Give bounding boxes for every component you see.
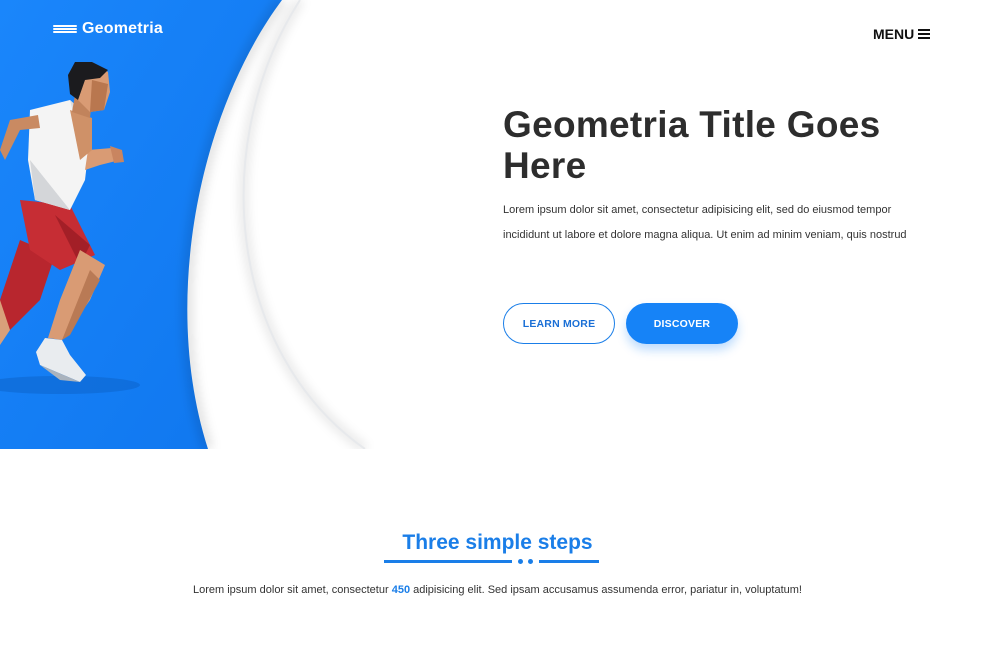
menu-button[interactable]: MENU [873,26,931,42]
menu-label: MENU [873,26,915,42]
steps-title: Three simple steps [402,531,593,554]
steps-description: Lorem ipsum dolor sit amet, consectetur … [0,584,995,596]
learn-more-button[interactable]: LEARN MORE [503,303,615,344]
hero-title: Geometria Title Goes Here [503,104,881,186]
steps-divider [384,559,599,567]
hero-section: Geometria MENU Geometria Title Goes Here… [0,0,995,449]
steps-text-start: Lorem ipsum dolor sit amet, consectetur [193,584,392,596]
steps-text-end: adipisicing elit. Sed ipsam accusamus as… [410,584,802,596]
hero-description: Lorem ipsum dolor sit amet, consectetur … [503,204,907,241]
brand-logo[interactable]: Geometria [53,20,163,38]
steps-highlight: 450 [391,584,411,596]
discover-button[interactable]: DISCOVER [626,303,738,344]
logo-lines-icon [53,23,77,35]
brand-name: Geometria [82,20,163,37]
hamburger-icon [918,29,931,39]
